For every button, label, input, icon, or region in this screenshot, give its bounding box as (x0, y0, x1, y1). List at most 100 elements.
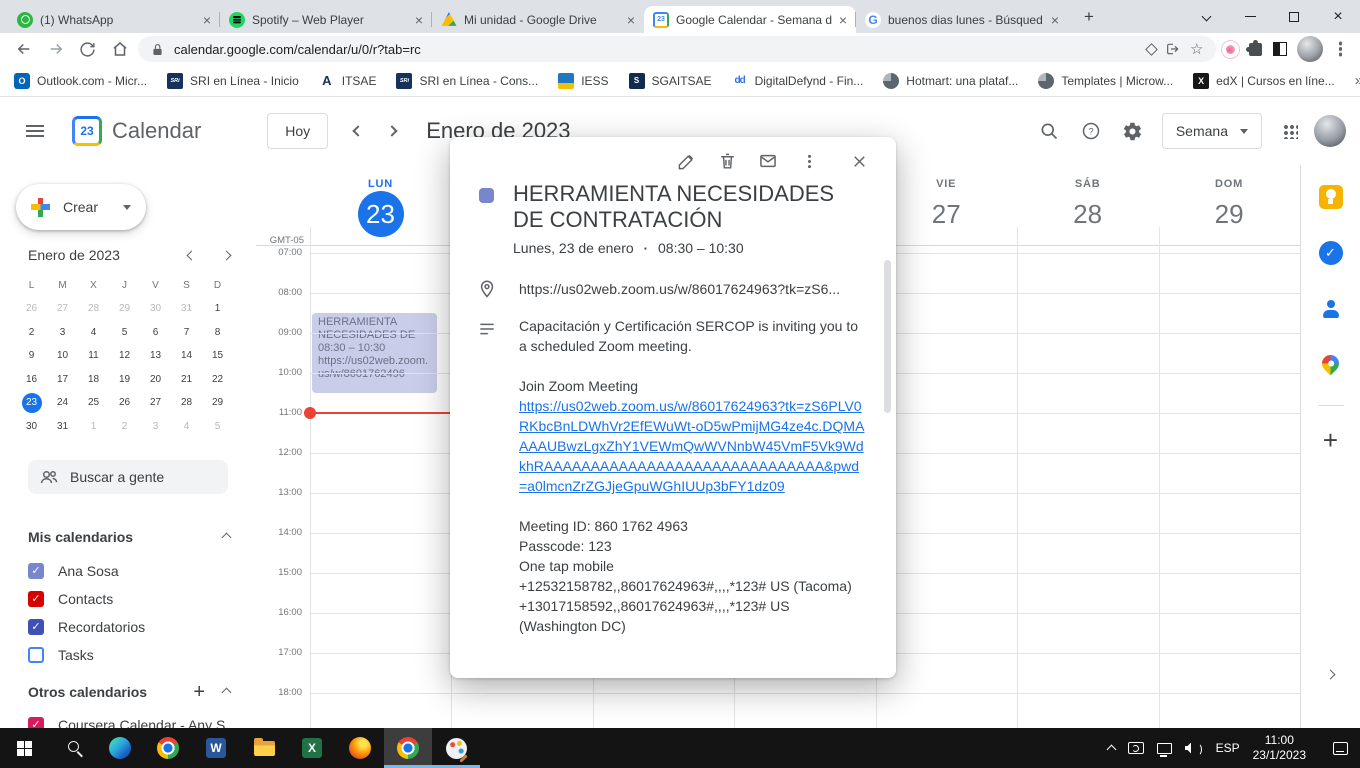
minical-day[interactable]: 12 (115, 346, 135, 366)
bookmark-item[interactable]: SRI en Línea - Inicio (167, 73, 299, 89)
settings-button[interactable] (1112, 110, 1154, 152)
bookmark-item[interactable]: ITSAE (319, 73, 377, 89)
minical-day[interactable]: 16 (22, 369, 42, 389)
next-week-button[interactable] (387, 125, 398, 136)
day-header-dom[interactable]: DOM29 (1159, 178, 1300, 237)
minical-day[interactable]: 20 (146, 369, 166, 389)
minical-day[interactable]: 5 (115, 322, 135, 342)
word-taskbar-button[interactable] (192, 728, 240, 768)
minical-day[interactable]: 3 (53, 322, 73, 342)
network-icon[interactable] (1157, 743, 1172, 754)
help-button[interactable]: ? (1070, 110, 1112, 152)
excel-taskbar-button[interactable] (288, 728, 336, 768)
minical-day[interactable]: 31 (177, 299, 197, 319)
chrome-calendar-taskbar-button[interactable] (384, 728, 432, 768)
bookmark-star-icon[interactable] (1190, 42, 1203, 57)
minical-day[interactable]: 7 (177, 322, 197, 342)
calendar-checkbox[interactable]: ✓ (28, 563, 44, 579)
popup-location-text[interactable]: https://us02web.zoom.us/w/86017624963?tk… (519, 279, 840, 297)
calendar-checkbox[interactable] (28, 647, 44, 663)
minical-day[interactable]: 28 (177, 393, 197, 413)
minical-day[interactable]: 28 (84, 299, 104, 319)
tab-close-icon[interactable]: × (839, 13, 847, 27)
close-window-button[interactable]: × (1316, 0, 1360, 33)
calendar-event-block[interactable]: HERRAMIENTA NECESIDADES DE 08:30 – 10:30… (312, 313, 437, 393)
create-button[interactable]: Crear (16, 184, 146, 230)
start-taskbar-button[interactable] (0, 728, 48, 768)
browser-profile-avatar[interactable] (1297, 36, 1323, 62)
firefox-taskbar-button[interactable] (336, 728, 384, 768)
minical-day[interactable]: 1 (208, 299, 228, 319)
calendar-list-item[interactable]: Tasks (28, 641, 248, 669)
minical-day[interactable]: 10 (53, 346, 73, 366)
minical-day[interactable]: 8 (208, 322, 228, 342)
url-text[interactable]: calendar.google.com/calendar/u/0/r?tab=r… (174, 42, 1138, 57)
bookmark-item[interactable]: Outlook.com - Micr... (14, 73, 147, 89)
prev-week-button[interactable] (353, 125, 364, 136)
omnibox[interactable]: calendar.google.com/calendar/u/0/r?tab=r… (138, 36, 1216, 62)
minical-day[interactable]: 2 (115, 416, 135, 436)
sync-display-icon[interactable] (1128, 742, 1144, 754)
bookmark-item[interactable]: SRI en Línea - Cons... (396, 73, 538, 89)
browser-tab[interactable]: buenos dias lunes - Búsqued× (856, 6, 1068, 33)
bookmark-item[interactable]: Hotmart: una plataf... (883, 73, 1018, 89)
paint-taskbar-button[interactable] (432, 728, 480, 768)
maps-button[interactable] (1313, 347, 1349, 383)
bookmarks-overflow-icon[interactable] (1355, 72, 1360, 89)
search-button[interactable] (1028, 110, 1070, 152)
view-selector[interactable]: Semana (1162, 113, 1262, 149)
zoom-meeting-link[interactable]: https://us02web.zoom.us/w/86017624963?tk… (519, 396, 867, 496)
day-header-sáb[interactable]: SÁB28 (1017, 178, 1158, 237)
minical-day[interactable]: 2 (22, 322, 42, 342)
forward-button[interactable] (42, 36, 69, 63)
minical-day[interactable]: 24 (53, 393, 73, 413)
taskbar-clock[interactable]: 11:00 23/1/2023 (1253, 733, 1306, 763)
minical-day[interactable]: 29 (115, 299, 135, 319)
action-center-icon[interactable] (1333, 742, 1348, 755)
hide-side-panel-button[interactable] (1313, 656, 1349, 692)
maximize-button[interactable] (1272, 0, 1316, 33)
minical-day[interactable]: 17 (53, 369, 73, 389)
tab-close-icon[interactable]: × (415, 13, 423, 27)
other-calendars-header[interactable]: Otros calendarios (28, 682, 230, 702)
my-calendars-header[interactable]: Mis calendarios (28, 527, 230, 547)
minical-day[interactable]: 29 (208, 393, 228, 413)
add-calendar-icon[interactable] (193, 682, 205, 702)
minical-day[interactable]: 30 (22, 416, 42, 436)
new-tab-button[interactable] (1076, 4, 1102, 30)
send-to-devices-icon[interactable] (1145, 43, 1158, 56)
minical-day[interactable]: 22 (208, 369, 228, 389)
minical-day[interactable]: 31 (53, 416, 73, 436)
minical-day[interactable]: 27 (146, 393, 166, 413)
day-number[interactable]: 28 (1065, 191, 1111, 237)
bookmark-item[interactable]: IESS (558, 73, 608, 89)
main-menu-icon[interactable] (26, 125, 44, 137)
bookmark-item[interactable]: edX | Cursos en líne... (1193, 73, 1335, 89)
minical-day[interactable]: 15 (208, 346, 228, 366)
minical-day[interactable]: 4 (84, 322, 104, 342)
back-button[interactable] (10, 36, 37, 63)
bookmark-item[interactable]: SGAITSAE (629, 73, 712, 89)
tasks-button[interactable] (1313, 235, 1349, 271)
minical-day[interactable]: 26 (115, 393, 135, 413)
mini-calendar-next-button[interactable] (222, 250, 232, 260)
minical-day[interactable]: 4 (177, 416, 197, 436)
home-button[interactable] (106, 36, 133, 63)
edit-event-button[interactable] (675, 150, 697, 172)
minical-day[interactable]: 19 (115, 369, 135, 389)
day-number[interactable]: 23 (358, 191, 404, 237)
minical-day[interactable]: 14 (177, 346, 197, 366)
edge-taskbar-button[interactable] (96, 728, 144, 768)
chrome-taskbar-button[interactable] (144, 728, 192, 768)
tab-close-icon[interactable]: × (203, 13, 211, 27)
calendar-list-item[interactable]: ✓Contacts (28, 585, 248, 613)
contacts-button[interactable] (1313, 291, 1349, 327)
minical-day[interactable]: 30 (146, 299, 166, 319)
day-number[interactable]: 27 (923, 191, 969, 237)
keep-button[interactable] (1313, 179, 1349, 215)
search-people-field[interactable]: Buscar a gente (28, 460, 228, 494)
bookmark-item[interactable]: Templates | Microw... (1038, 73, 1173, 89)
tab-search-button[interactable] (1184, 0, 1228, 33)
minical-day[interactable]: 21 (177, 369, 197, 389)
minical-day[interactable]: 1 (84, 416, 104, 436)
